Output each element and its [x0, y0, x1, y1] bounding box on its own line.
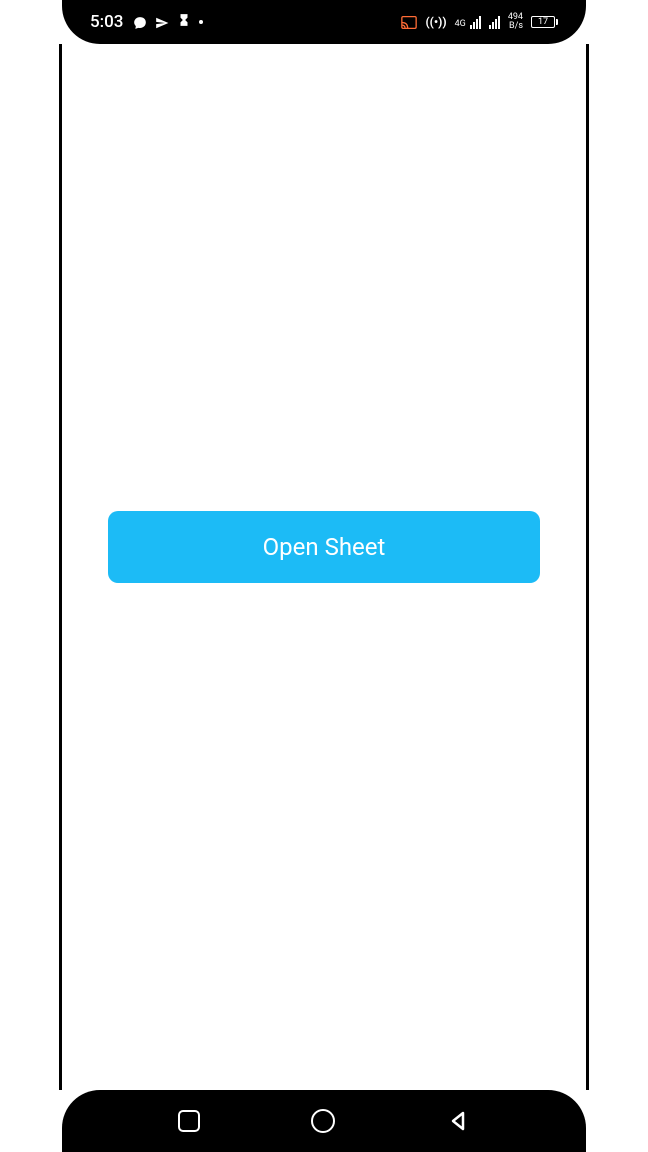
signal-bars-2-icon [489, 16, 500, 29]
network-type: 4G [455, 20, 466, 29]
open-sheet-button[interactable]: Open Sheet [108, 511, 540, 583]
phone-frame: 5:03 ((•)) 4G [0, 0, 648, 1152]
recent-apps-button[interactable] [178, 1110, 200, 1132]
status-icons-left [133, 13, 203, 31]
hourglass-icon [177, 13, 191, 31]
status-right: ((•)) 4G 494 B/s [401, 13, 558, 31]
battery-icon: 17 [531, 16, 558, 28]
telegram-icon [155, 15, 169, 29]
status-bar: 5:03 ((•)) 4G [62, 0, 586, 44]
chat-icon [133, 15, 147, 29]
navigation-bar [62, 1090, 586, 1152]
data-rate-unit: B/s [508, 22, 523, 31]
status-time: 5:03 [90, 12, 123, 32]
battery-level: 17 [538, 17, 548, 27]
status-left: 5:03 [90, 12, 203, 32]
hotspot-icon: ((•)) [425, 15, 446, 29]
notification-dot-icon [199, 20, 203, 24]
signal-bars-icon [470, 16, 481, 29]
app-content: Open Sheet [62, 44, 586, 1090]
data-rate: 494 B/s [508, 13, 523, 31]
cast-icon [401, 16, 417, 29]
back-button[interactable] [446, 1109, 470, 1133]
signal-4g: 4G [455, 16, 481, 29]
home-button[interactable] [311, 1109, 335, 1133]
